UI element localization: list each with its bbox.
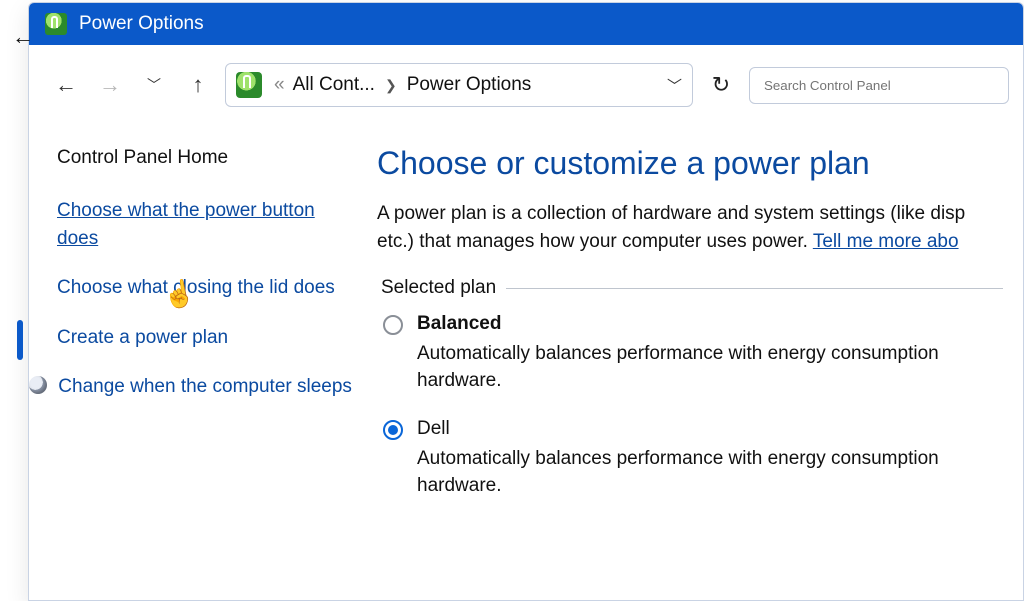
control-panel-home-link[interactable]: Control Panel Home bbox=[57, 147, 357, 169]
plan-balanced[interactable]: Balanced Automatically balances performa… bbox=[377, 299, 1003, 404]
recent-locations-button[interactable]: ﹀ bbox=[137, 68, 171, 102]
nav-up-button[interactable]: ↑ bbox=[181, 68, 215, 102]
link-label: Choose what the power button does bbox=[57, 200, 315, 249]
plan-name: Balanced bbox=[417, 313, 501, 335]
selected-plan-group: Selected plan Balanced Automatically bal… bbox=[377, 277, 1003, 509]
window: Power Options ← → ﹀ ↑ « All Cont... ❯ Po… bbox=[28, 2, 1024, 601]
link-closing-lid-does[interactable]: Choose what closing the lid does bbox=[57, 274, 357, 302]
breadcrumb-all-control-panel[interactable]: All Cont... bbox=[293, 74, 375, 96]
content-area: Control Panel Home Choose what the power… bbox=[29, 125, 1023, 509]
plan-description: Automatically balances performance with … bbox=[417, 446, 1003, 499]
main-panel: Choose or customize a power plan A power… bbox=[377, 125, 1003, 509]
radio-balanced[interactable] bbox=[383, 315, 403, 335]
nav-forward-button[interactable]: → bbox=[93, 68, 127, 102]
plan-name: Dell bbox=[417, 418, 450, 440]
search-input[interactable] bbox=[749, 67, 1009, 104]
plan-dell[interactable]: Dell Automatically balances performance … bbox=[377, 404, 1003, 509]
plan-description: Automatically balances performance with … bbox=[417, 341, 1003, 394]
title-bar[interactable]: Power Options bbox=[29, 3, 1023, 45]
back-arrow-outside: ← bbox=[12, 24, 34, 50]
power-options-icon bbox=[45, 13, 67, 35]
accent-bar bbox=[17, 320, 23, 360]
sidebar: Control Panel Home Choose what the power… bbox=[57, 125, 377, 509]
nav-back-button[interactable]: ← bbox=[49, 68, 83, 102]
breadcrumb-power-options[interactable]: Power Options bbox=[407, 74, 532, 96]
page-description: A power plan is a collection of hardware… bbox=[377, 200, 1003, 255]
radio-dell[interactable] bbox=[383, 420, 403, 440]
link-label: Change when the computer sleeps bbox=[58, 376, 352, 397]
toolbar: ← → ﹀ ↑ « All Cont... ❯ Power Options ﹀ … bbox=[29, 45, 1023, 125]
refresh-button[interactable]: ↻ bbox=[703, 67, 739, 103]
address-bar-history-button[interactable]: ﹀ bbox=[667, 75, 682, 96]
address-bar[interactable]: « All Cont... ❯ Power Options ﹀ bbox=[225, 63, 693, 107]
control-panel-icon bbox=[236, 72, 262, 98]
tell-me-more-link[interactable]: Tell me more abo bbox=[813, 231, 959, 252]
window-title: Power Options bbox=[79, 13, 204, 35]
selected-plan-legend: Selected plan bbox=[377, 277, 506, 299]
link-create-power-plan[interactable]: Create a power plan bbox=[57, 324, 357, 352]
page-heading: Choose or customize a power plan bbox=[377, 145, 1003, 182]
link-change-sleep[interactable]: Change when the computer sleeps bbox=[57, 373, 357, 401]
chevron-right-icon[interactable]: ❯ bbox=[383, 77, 399, 94]
sleep-icon bbox=[29, 376, 47, 394]
breadcrumb-prefix: « bbox=[274, 74, 285, 96]
link-power-button-does[interactable]: Choose what the power button does bbox=[57, 197, 357, 252]
